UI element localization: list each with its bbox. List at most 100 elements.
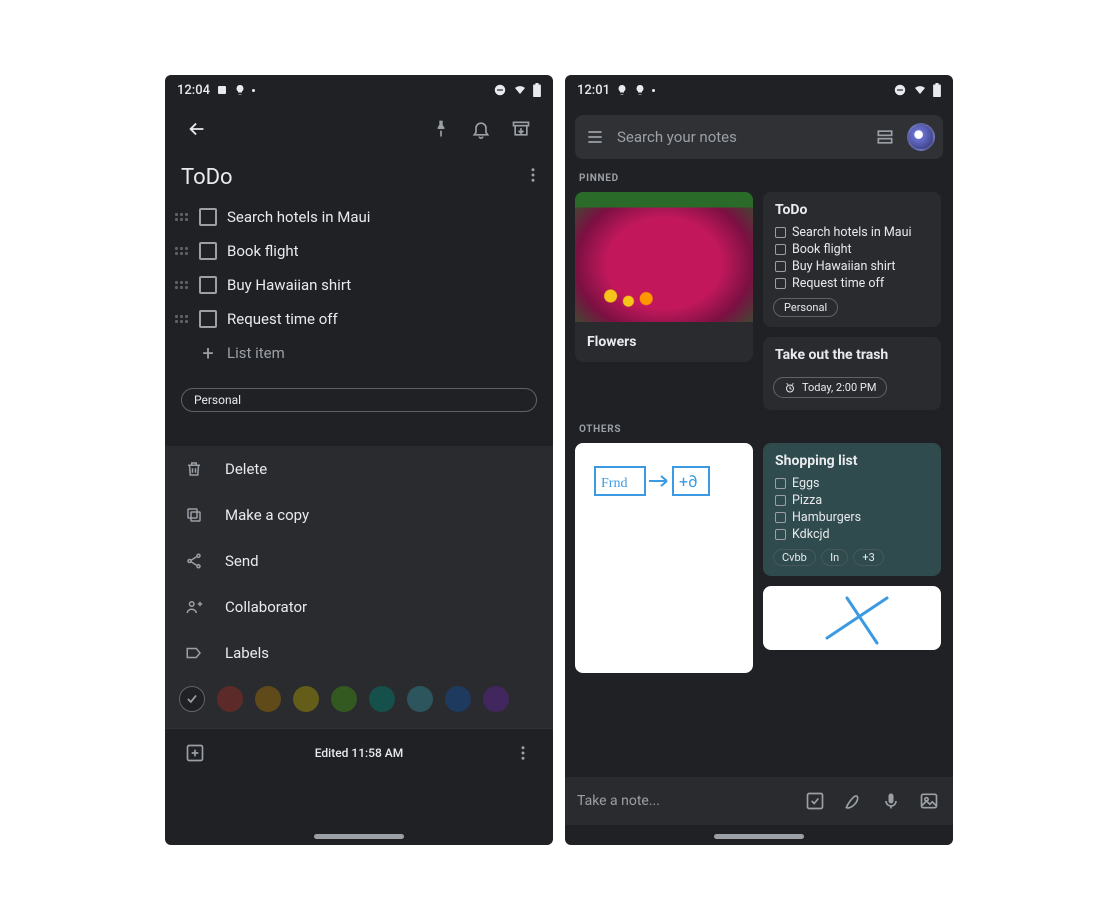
checkbox[interactable]	[199, 208, 217, 226]
drag-handle-icon[interactable]	[175, 315, 189, 323]
card-item-text: Kdkcjd	[792, 527, 830, 542]
color-palette	[165, 676, 553, 728]
checklist-text[interactable]: Request time off	[227, 310, 338, 328]
label-chip[interactable]: Personal	[181, 388, 537, 412]
pin-button[interactable]	[421, 109, 461, 149]
checklist-item[interactable]: Book flight	[175, 234, 543, 268]
drag-handle-icon[interactable]	[175, 281, 189, 289]
phone-note-editor: 12:04	[165, 75, 553, 845]
note-card-flowers[interactable]: Flowers	[575, 192, 753, 362]
checklist-item[interactable]: Buy Hawaiian shirt	[175, 268, 543, 302]
note-title[interactable]: ToDo	[165, 153, 249, 196]
dnd-icon	[893, 83, 907, 97]
account-avatar[interactable]	[907, 123, 935, 151]
battery-icon	[533, 83, 541, 97]
status-bar: 12:04	[165, 75, 553, 105]
checkbox-icon	[775, 495, 786, 506]
color-swatch[interactable]	[217, 686, 243, 712]
note-more-button[interactable]	[513, 155, 553, 195]
reminder-text: Today, 2:00 PM	[802, 381, 876, 394]
wifi-icon	[513, 84, 527, 96]
pinned-grid: Flowers ToDo Search hotels in Maui Book …	[565, 192, 953, 410]
take-note-input[interactable]: Take a note...	[577, 793, 789, 809]
checkbox[interactable]	[199, 242, 217, 260]
bottom-sheet-menu: Delete Make a copy Send Collaborator Lab…	[165, 446, 553, 728]
color-swatch[interactable]	[331, 686, 357, 712]
status-dot	[652, 89, 655, 92]
search-bar[interactable]: Search your notes	[575, 115, 943, 159]
card-item-text: Book flight	[792, 242, 852, 257]
checklist-item[interactable]: Request time off	[175, 302, 543, 336]
color-swatch-default[interactable]	[179, 686, 205, 712]
reminder-chip: Today, 2:00 PM	[773, 377, 887, 398]
copy-icon	[183, 506, 205, 524]
reminder-button[interactable]	[461, 109, 501, 149]
card-item-text: Request time off	[792, 276, 884, 291]
view-toggle-icon[interactable]	[873, 125, 897, 149]
color-swatch[interactable]	[369, 686, 395, 712]
menu-collaborator[interactable]: Collaborator	[165, 584, 553, 630]
edited-timestamp: Edited 11:58 AM	[215, 746, 503, 760]
color-swatch[interactable]	[293, 686, 319, 712]
share-icon	[183, 552, 205, 570]
dnd-icon	[493, 83, 507, 97]
note-card-title: Take out the trash	[763, 337, 941, 369]
color-swatch[interactable]	[483, 686, 509, 712]
checklist-text[interactable]: Search hotels in Maui	[227, 208, 370, 226]
editor-bottom-bar: Edited 11:58 AM	[165, 728, 553, 776]
card-checklist-item: Book flight	[763, 241, 941, 258]
nav-gesture-pill[interactable]	[714, 834, 804, 839]
card-item-text: Pizza	[792, 493, 822, 508]
drawing-preview: Frnd +∂	[575, 443, 753, 673]
editor-toolbar	[165, 105, 553, 153]
add-list-item[interactable]: + List item	[175, 336, 543, 370]
card-checklist-item: Pizza	[763, 492, 941, 509]
new-drawing-button[interactable]	[841, 789, 865, 813]
menu-send[interactable]: Send	[165, 538, 553, 584]
menu-icon[interactable]	[583, 125, 607, 149]
checkbox-icon	[775, 244, 786, 255]
back-button[interactable]	[177, 109, 217, 149]
checklist-item[interactable]: Search hotels in Maui	[175, 200, 543, 234]
color-swatch[interactable]	[445, 686, 471, 712]
color-swatch[interactable]	[407, 686, 433, 712]
note-card-todo[interactable]: ToDo Search hotels in Maui Book flight B…	[763, 192, 941, 327]
note-card-shopping[interactable]: Shopping list Eggs Pizza Hamburgers Kdkc…	[763, 443, 941, 576]
archive-button[interactable]	[501, 109, 541, 149]
nav-gesture-pill[interactable]	[314, 834, 404, 839]
color-swatch[interactable]	[255, 686, 281, 712]
card-label-chip: Personal	[773, 298, 838, 317]
checklist-text[interactable]: Buy Hawaiian shirt	[227, 276, 351, 294]
card-checklist-item: Hamburgers	[763, 509, 941, 526]
new-checklist-button[interactable]	[803, 789, 827, 813]
menu-copy[interactable]: Make a copy	[165, 492, 553, 538]
new-image-button[interactable]	[917, 789, 941, 813]
trash-icon	[183, 460, 205, 478]
card-checklist-item: Search hotels in Maui	[763, 224, 941, 241]
checkbox[interactable]	[199, 310, 217, 328]
more-actions-button[interactable]	[503, 733, 543, 773]
note-card-drawing-2[interactable]	[763, 586, 941, 650]
alarm-icon	[784, 382, 796, 394]
note-card-trash[interactable]: Take out the trash Today, 2:00 PM	[763, 337, 941, 410]
menu-label: Labels	[225, 644, 269, 662]
checkbox-icon	[775, 261, 786, 272]
menu-label: Collaborator	[225, 598, 307, 616]
checkbox[interactable]	[199, 276, 217, 294]
add-content-button[interactable]	[175, 733, 215, 773]
card-checklist-item: Kdkcjd	[763, 526, 941, 543]
lightbulb-icon	[634, 84, 646, 96]
card-tag-chip: Cvbb	[773, 549, 816, 566]
new-voice-button[interactable]	[879, 789, 903, 813]
checklist-text[interactable]: Book flight	[227, 242, 299, 260]
checkbox-icon	[775, 227, 786, 238]
status-bar: 12:01	[565, 75, 953, 105]
note-card-title: Flowers	[575, 322, 753, 362]
menu-labels[interactable]: Labels	[165, 630, 553, 676]
card-item-text: Eggs	[792, 476, 819, 491]
menu-delete[interactable]: Delete	[165, 446, 553, 492]
card-checklist-item: Request time off	[763, 275, 941, 292]
note-card-drawing[interactable]: Frnd +∂	[575, 443, 753, 673]
drag-handle-icon[interactable]	[175, 247, 189, 255]
drag-handle-icon[interactable]	[175, 213, 189, 221]
